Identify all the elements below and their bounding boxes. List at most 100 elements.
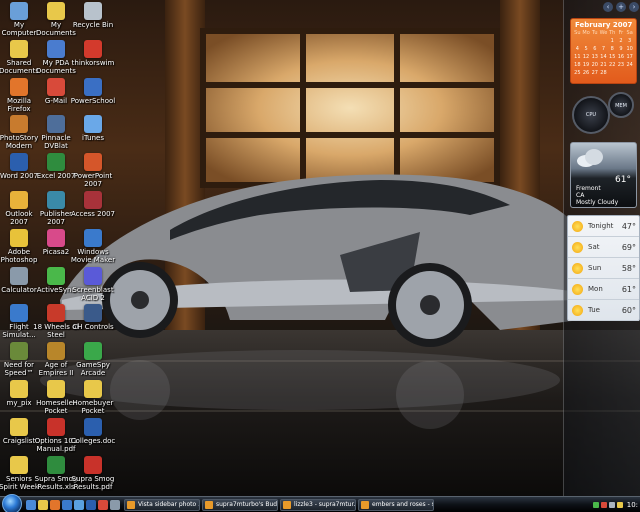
volume-icon[interactable]	[608, 502, 615, 508]
forecast-row: Mon 61°	[568, 279, 639, 300]
desktop-icon-image	[10, 455, 28, 474]
quicklaunch-overflow-icon[interactable]	[110, 500, 120, 510]
weather-forecast-gadget[interactable]: Tonight 47° Sat 69° Sun 58° Mon 61° Tue 60°	[567, 215, 640, 321]
calendar-day[interactable]: 8	[608, 45, 617, 53]
calendar-day[interactable]: 9	[617, 45, 626, 53]
calendar-day[interactable]: 28	[599, 69, 608, 77]
desktop-icon[interactable]: Windows Movie Maker	[70, 228, 116, 267]
current-temperature: 61°	[615, 175, 631, 185]
calendar-day[interactable]: 19	[582, 61, 591, 69]
calendar-day[interactable]: 21	[599, 61, 608, 69]
internet-explorer-icon[interactable]	[62, 500, 72, 510]
desktop-icon-image	[47, 380, 65, 398]
sun-icon	[572, 263, 583, 274]
desktop-icon-label: Recycle Bin	[72, 21, 114, 29]
sidebar-next-icon[interactable]: ›	[629, 2, 639, 12]
calendar-day[interactable]: 23	[617, 61, 626, 69]
taskbar-window-button[interactable]: embers and roses - s...	[358, 499, 434, 511]
desktop-icon-image	[47, 417, 65, 436]
calendar-day[interactable]: 11	[573, 53, 582, 61]
desktop-icon[interactable]: Access 2007	[70, 191, 116, 229]
memory-gauge-label: MEM	[615, 102, 627, 109]
desktop-icon-label: PowerPoint 2007	[73, 172, 113, 189]
weather-state: CA	[576, 192, 585, 199]
wallpaper-window	[200, 28, 500, 188]
forecast-row: Sun 58°	[568, 258, 639, 279]
desktop-icon[interactable]: PowerSchool	[70, 77, 116, 116]
calendar-weekday: Sa	[626, 30, 633, 36]
desktop-icon[interactable]: Recycle Bin	[70, 2, 116, 40]
desktop-icon[interactable]: Supra Smog Results.pdf	[70, 455, 116, 494]
forecast-temp: 61°	[621, 285, 636, 294]
show-desktop-icon[interactable]	[26, 500, 36, 510]
desktop-icon-image	[84, 191, 102, 209]
mail-icon[interactable]	[98, 500, 108, 510]
calendar-day[interactable]: 24	[625, 61, 634, 69]
calendar-day[interactable]: 17	[625, 53, 634, 61]
calendar-day[interactable]: 12	[582, 53, 591, 61]
desktop-icon[interactable]: GameSpy Arcade	[70, 342, 116, 380]
tray-app-icon[interactable]	[616, 502, 623, 508]
calendar-day[interactable]: 6	[590, 45, 599, 53]
calendar-day[interactable]: 2	[617, 37, 626, 45]
desktop-icon-image	[10, 153, 28, 172]
calendar-day[interactable]: 5	[582, 45, 591, 53]
desktop-icon-image	[47, 455, 65, 474]
network-icon[interactable]	[592, 502, 599, 508]
start-button[interactable]	[2, 494, 22, 512]
desktop-icon-image	[10, 380, 28, 398]
taskbar-clock[interactable]: 10:	[627, 501, 638, 509]
calendar-day[interactable]: 14	[599, 53, 608, 61]
calendar-day[interactable]: 13	[590, 53, 599, 61]
desktop-icon[interactable]: iTunes	[70, 115, 116, 153]
desktop-icon-image	[84, 455, 102, 474]
forecast-row: Sat 69°	[568, 237, 639, 258]
calendar-weekday: Th	[609, 30, 616, 36]
calendar-day[interactable]: 22	[608, 61, 617, 69]
desktop-icon[interactable]: CH Controls	[70, 304, 116, 342]
security-icon[interactable]	[600, 502, 607, 508]
weather-gadget[interactable]: 61° Fremont CA Mostly Cloudy	[570, 142, 637, 208]
calendar-day	[573, 37, 582, 45]
desktop-icon[interactable]: thinkorswim	[70, 39, 116, 78]
calendar-gadget[interactable]: February 2007 Su Mo Tu We Th Fr Sa 1 2 3 4 5 6 7 8 9 10 1…	[570, 18, 637, 84]
calendar-weekday: Tu	[592, 30, 598, 36]
calendar-day[interactable]: 16	[617, 53, 626, 61]
calendar-day[interactable]: 4	[573, 45, 582, 53]
calendar-day[interactable]: 26	[582, 69, 591, 77]
desktop-icon[interactable]: PowerPoint 2007	[70, 153, 116, 191]
forecast-day: Sat	[588, 243, 600, 251]
forecast-day: Mon	[588, 285, 603, 293]
calendar-day[interactable]: 1	[608, 37, 617, 45]
switch-windows-icon[interactable]	[74, 500, 84, 510]
calendar-day[interactable]: 25	[573, 69, 582, 77]
calendar-day[interactable]: 27	[590, 69, 599, 77]
calendar-day[interactable]: 7	[599, 45, 608, 53]
desktop-icon-image	[47, 39, 65, 58]
weather-city: Fremont	[576, 185, 601, 192]
desktop-icon-label: iTunes	[82, 134, 104, 143]
sidebar-add-icon[interactable]: +	[616, 2, 626, 12]
calendar-day[interactable]: 18	[573, 61, 582, 69]
desktop-icon-label: Windows Movie Maker	[70, 247, 116, 264]
desktop-icon-label: GameSpy Arcade	[76, 361, 110, 378]
desktop-icon[interactable]: Screenblast ACID 2	[70, 266, 116, 305]
taskbar-window-button[interactable]: supra7mturbo's Bud...	[202, 499, 278, 511]
desktop-icon[interactable]: Homebuyer Pocket	[70, 380, 116, 418]
calendar-day[interactable]: 3	[625, 37, 634, 45]
word-icon[interactable]	[86, 500, 96, 510]
calendar-day[interactable]: 20	[590, 61, 599, 69]
calendar-day[interactable]: 15	[608, 53, 617, 61]
weather-condition: Mostly Cloudy	[576, 199, 619, 206]
calendar-day[interactable]: 10	[625, 45, 634, 53]
sun-icon	[572, 242, 583, 253]
sidebar-prev-icon[interactable]: ‹	[603, 2, 613, 12]
desktop-icon[interactable]: Colleges.doc	[70, 417, 116, 456]
cpu-meter-gadget[interactable]: CPU MEM	[568, 92, 638, 136]
explorer-icon[interactable]	[38, 500, 48, 510]
taskbar-window-button[interactable]: lizzle3 - supra7mtur...	[280, 499, 356, 511]
firefox-icon[interactable]	[50, 500, 60, 510]
calendar-day	[590, 37, 599, 45]
desktop-icon-image	[84, 153, 102, 172]
taskbar-window-button[interactable]: Vista sidebar photo ...	[124, 499, 200, 511]
